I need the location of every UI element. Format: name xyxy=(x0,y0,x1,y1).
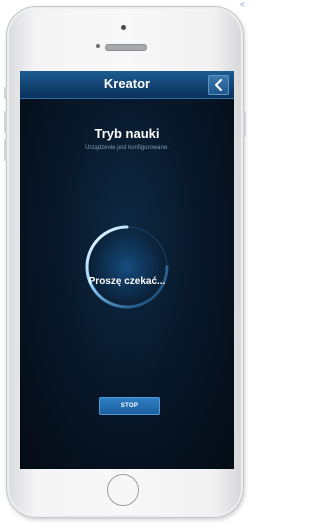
phone-frame: Kreator Tryb nauki Urządzenie jest konfi… xyxy=(4,6,246,518)
volume-up-button xyxy=(4,111,7,133)
front-camera xyxy=(121,25,126,30)
corner-mark: < xyxy=(240,0,245,9)
power-button xyxy=(243,111,246,137)
proximity-sensor xyxy=(96,44,100,48)
chevron-left-icon xyxy=(214,79,222,91)
screen: Kreator Tryb nauki Urządzenie jest konfi… xyxy=(20,71,234,469)
page-title: Tryb nauki xyxy=(94,126,160,141)
progress-spinner xyxy=(82,222,172,312)
earpiece-speaker xyxy=(105,44,147,51)
nav-bar: Kreator xyxy=(20,71,234,99)
nav-title: Kreator xyxy=(103,76,151,91)
mute-switch xyxy=(4,87,7,99)
wait-message: Proszę czekać... xyxy=(88,276,166,287)
home-button[interactable] xyxy=(107,474,139,506)
stop-button[interactable]: STOP xyxy=(99,397,160,415)
volume-down-button xyxy=(4,139,7,161)
page-subtitle: Urządzenie jest konfigurowane. xyxy=(85,145,169,151)
back-button[interactable] xyxy=(208,75,229,95)
